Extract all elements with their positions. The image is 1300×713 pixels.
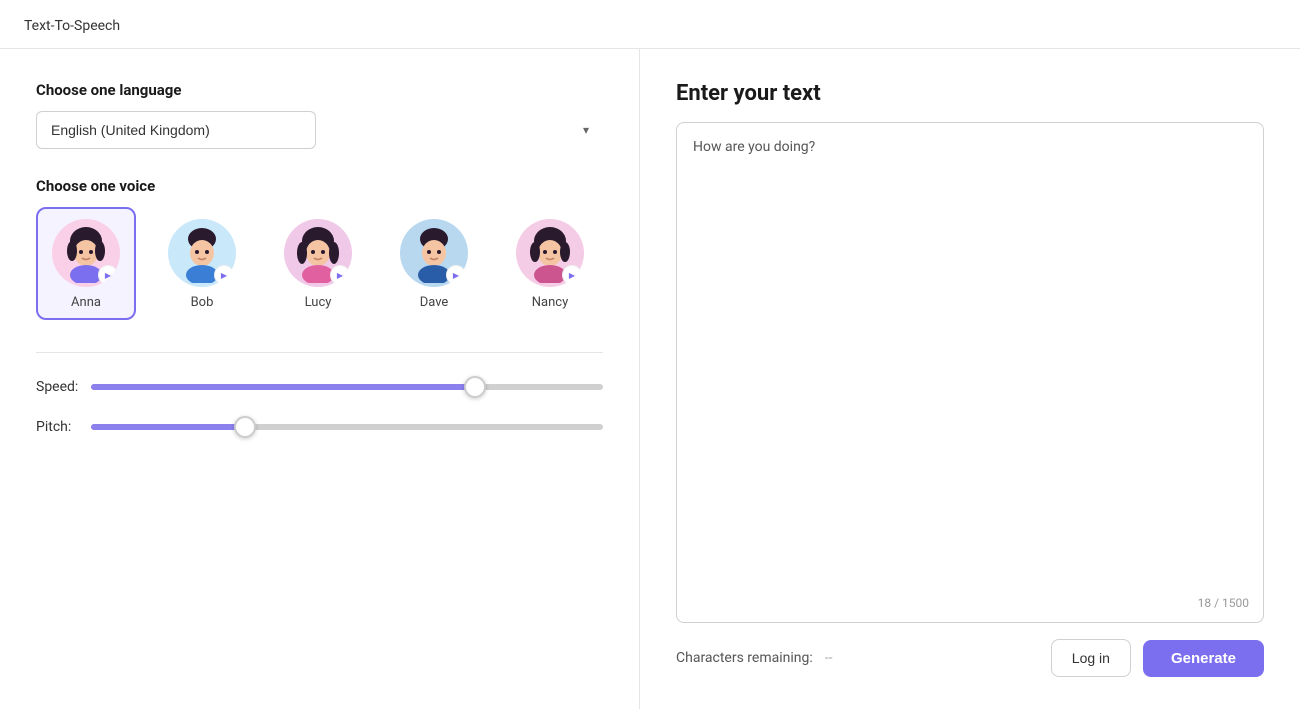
nancy-name: Nancy xyxy=(532,295,568,310)
voice-card-nancy[interactable]: ▶ Nancy xyxy=(500,207,600,320)
speed-fill xyxy=(91,384,475,390)
divider xyxy=(36,352,603,353)
voices-grid: ▶ Anna ▶ Bob xyxy=(36,207,603,320)
dave-name: Dave xyxy=(420,295,449,310)
chevron-down-icon: ▾ xyxy=(583,123,589,137)
voice-avatar-anna: ▶ xyxy=(52,219,120,287)
voice-card-lucy[interactable]: ▶ Lucy xyxy=(268,207,368,320)
voice-card-dave[interactable]: ▶ Dave xyxy=(384,207,484,320)
text-input[interactable]: How are you doing? xyxy=(693,139,1247,606)
speed-slider-row: Speed: xyxy=(36,377,603,397)
left-panel: Choose one language English (United King… xyxy=(0,49,640,709)
voice-avatar-lucy: ▶ xyxy=(284,219,352,287)
char-count: 18 / 1500 xyxy=(1198,596,1249,610)
right-panel: Enter your text How are you doing? 18 / … xyxy=(640,49,1300,709)
voice-section-label: Choose one voice xyxy=(36,177,603,195)
speed-track xyxy=(91,384,603,390)
language-select-wrapper: English (United Kingdom) English (United… xyxy=(36,111,603,149)
slider-section: Speed: Pitch: xyxy=(36,377,603,437)
speed-thumb[interactable] xyxy=(464,376,486,398)
voice-avatar-bob: ▶ xyxy=(168,219,236,287)
pitch-thumb[interactable] xyxy=(234,416,256,438)
pitch-fill xyxy=(91,424,245,430)
anna-play-icon[interactable]: ▶ xyxy=(98,265,118,285)
voice-card-bob[interactable]: ▶ Bob xyxy=(152,207,252,320)
voice-avatar-dave: ▶ xyxy=(400,219,468,287)
lucy-play-icon[interactable]: ▶ xyxy=(330,265,350,285)
language-section-label: Choose one language xyxy=(36,81,603,99)
pitch-track xyxy=(91,424,603,430)
voice-avatar-nancy: ▶ xyxy=(516,219,584,287)
lucy-name: Lucy xyxy=(305,295,332,310)
language-select[interactable]: English (United Kingdom) English (United… xyxy=(36,111,316,149)
bob-name: Bob xyxy=(191,295,214,310)
bottom-bar: Characters remaining: -- Log in Generate xyxy=(676,639,1264,677)
dave-play-icon[interactable]: ▶ xyxy=(446,265,466,285)
voice-card-anna[interactable]: ▶ Anna xyxy=(36,207,136,320)
pitch-track-wrapper xyxy=(91,417,603,437)
bob-play-icon[interactable]: ▶ xyxy=(214,265,234,285)
speed-label: Speed: xyxy=(36,379,91,395)
generate-button[interactable]: Generate xyxy=(1143,640,1264,677)
app-title: Text-To-Speech xyxy=(0,0,1300,49)
speed-track-wrapper xyxy=(91,377,603,397)
chars-remaining-label: Characters remaining: xyxy=(676,650,813,666)
nancy-play-icon[interactable]: ▶ xyxy=(562,265,582,285)
text-area-wrapper: How are you doing? 18 / 1500 xyxy=(676,122,1264,623)
anna-name: Anna xyxy=(71,295,101,310)
login-button[interactable]: Log in xyxy=(1051,639,1131,677)
pitch-slider-row: Pitch: xyxy=(36,417,603,437)
pitch-label: Pitch: xyxy=(36,419,91,435)
enter-text-title: Enter your text xyxy=(676,81,1264,106)
chars-remaining-value: -- xyxy=(825,650,833,666)
